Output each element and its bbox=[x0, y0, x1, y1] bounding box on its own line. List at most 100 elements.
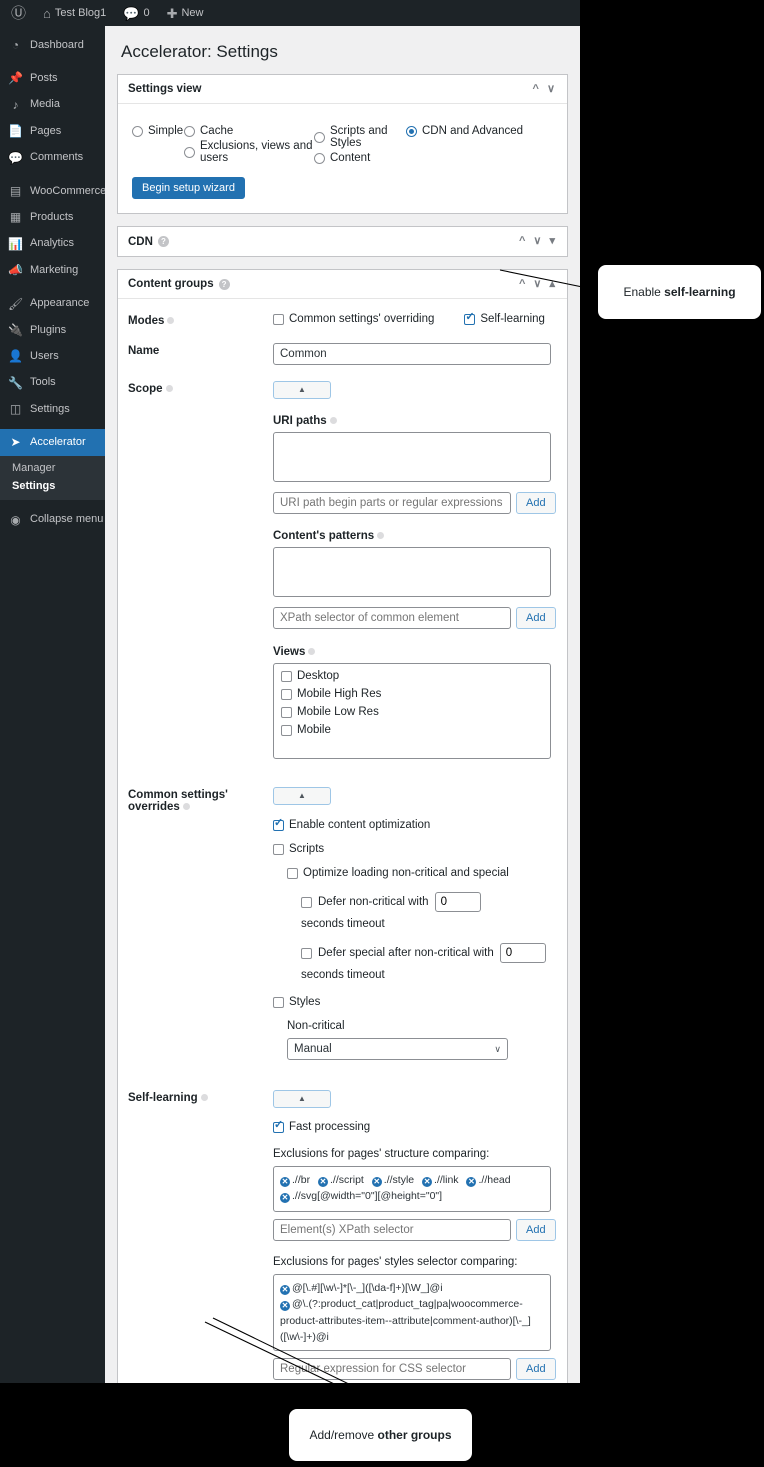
exclusion-tag[interactable]: ✕ .//head bbox=[466, 1172, 511, 1188]
checkbox-label: Self-learning bbox=[480, 313, 545, 325]
content-groups-header[interactable]: Content groups ? ^ ∨ ▴ bbox=[118, 270, 567, 299]
help-icon[interactable] bbox=[308, 648, 316, 656]
chevron-down-icon[interactable]: ∨ bbox=[543, 83, 559, 95]
submenu-item-settings[interactable]: Settings bbox=[0, 477, 105, 495]
styles-exclusions-add-button[interactable]: Add bbox=[516, 1358, 556, 1381]
chevron-down-icon[interactable]: ∨ bbox=[529, 236, 545, 247]
radio-option-cache[interactable]: Cache bbox=[184, 125, 314, 137]
radio-option-simple[interactable]: Simple bbox=[132, 125, 184, 137]
chevron-down-icon[interactable]: ∨ bbox=[529, 278, 545, 290]
cdn-header[interactable]: CDN ? ^ ∨ ▾ bbox=[118, 227, 567, 256]
comments-button[interactable]: 💬 0 bbox=[116, 0, 156, 26]
checkbox-styles[interactable]: Styles bbox=[273, 996, 555, 1008]
name-input[interactable] bbox=[273, 343, 551, 365]
sidebar-item-tools[interactable]: 🔧 Tools bbox=[0, 370, 105, 396]
defer-non-critical-input[interactable] bbox=[434, 892, 481, 912]
exclusion-tag[interactable]: ✕ .//br bbox=[280, 1172, 310, 1188]
exclusion-tag[interactable]: ✕ .//style bbox=[371, 1172, 414, 1188]
remove-tag-icon[interactable]: ✕ bbox=[280, 1177, 290, 1187]
sidebar-item-analytics[interactable]: 📊 Analytics bbox=[0, 231, 105, 257]
triangle-down-icon[interactable]: ▾ bbox=[545, 236, 559, 247]
structure-exclusions-add-button[interactable]: Add bbox=[516, 1219, 556, 1241]
remove-tag-icon[interactable]: ✕ bbox=[280, 1193, 290, 1204]
checkbox-scripts[interactable]: Scripts bbox=[273, 843, 555, 855]
non-critical-select[interactable]: Manual ∨ bbox=[287, 1038, 508, 1060]
begin-setup-wizard-button[interactable]: Begin setup wizard bbox=[132, 177, 245, 199]
uri-paths-input[interactable] bbox=[273, 492, 511, 514]
exclusion-tag[interactable]: ✕ @[\.#][\w\-]*[\-_]([\da-f]+)[\W_]@i bbox=[280, 1280, 544, 1296]
triangle-up-icon[interactable]: ▴ bbox=[545, 278, 559, 290]
structure-exclusions-input[interactable] bbox=[273, 1219, 511, 1241]
remove-tag-icon[interactable]: ✕ bbox=[371, 1177, 382, 1187]
styles-exclusions-input[interactable] bbox=[273, 1358, 511, 1381]
accelerator-submenu: Manager Settings bbox=[0, 455, 105, 500]
checkbox-self-learning[interactable]: Self-learning bbox=[464, 312, 545, 325]
checkbox-common-settings-overriding[interactable]: Common settings' overriding bbox=[273, 313, 434, 325]
defer-special-input[interactable] bbox=[499, 943, 546, 963]
checkbox-mobile[interactable]: Mobile bbox=[281, 724, 543, 736]
radio-option-content[interactable]: Content bbox=[314, 152, 406, 164]
content-patterns-input[interactable] bbox=[273, 607, 511, 629]
content-patterns-add-button[interactable]: Add bbox=[516, 607, 556, 629]
overrides-toggle-button[interactable]: ▲ bbox=[273, 787, 331, 805]
sidebar-item-media[interactable]: ♪ Media bbox=[0, 92, 105, 118]
new-content-button[interactable]: ✚ New bbox=[160, 0, 211, 26]
checkbox-defer-non-critical[interactable] bbox=[301, 896, 312, 908]
checkbox-mobile-high-res[interactable]: Mobile High Res bbox=[281, 688, 543, 700]
exclusion-tag[interactable]: ✕ .//svg[@width="0"][@height="0"] bbox=[280, 1188, 442, 1204]
chevron-up-icon[interactable]: ^ bbox=[515, 236, 529, 247]
sidebar-item-settings[interactable]: ◫ Settings bbox=[0, 396, 105, 422]
submenu-item-manager[interactable]: Manager bbox=[0, 459, 105, 477]
exclusion-tag[interactable]: ✕ .//link bbox=[422, 1172, 459, 1188]
remove-tag-icon[interactable]: ✕ bbox=[280, 1301, 290, 1312]
help-icon[interactable]: ? bbox=[218, 278, 230, 290]
collapse-menu-button[interactable]: ◉ Collapse menu bbox=[0, 507, 105, 533]
radio-option-exclusions[interactable]: Exclusions, views and users bbox=[184, 140, 314, 164]
checkbox-fast-processing[interactable]: Fast processing bbox=[273, 1120, 556, 1133]
uri-paths-textarea[interactable] bbox=[273, 432, 551, 482]
scope-toggle-button[interactable]: ▲ bbox=[273, 381, 331, 399]
overrides-label: Common settings' overrides bbox=[128, 789, 228, 813]
exclusion-tag[interactable]: ✕ @\.(?:product_cat|product_tag|pa|woocom… bbox=[280, 1296, 544, 1345]
radio-option-scripts-styles[interactable]: Scripts and Styles bbox=[314, 125, 406, 149]
self-learning-toggle-button[interactable]: ▲ bbox=[273, 1090, 331, 1108]
chevron-up-icon[interactable]: ^ bbox=[515, 278, 529, 290]
exclusion-tag[interactable]: ✕ .//script bbox=[318, 1172, 364, 1188]
sidebar-item-posts[interactable]: 📌 Posts bbox=[0, 65, 105, 91]
remove-tag-icon[interactable]: ✕ bbox=[318, 1177, 329, 1187]
help-icon[interactable] bbox=[165, 385, 173, 393]
wp-admin-window: Ⓤ ⌂ Test Blog1 💬 0 ✚ New ◔ Dashboard 📌 P… bbox=[0, 0, 580, 1383]
sidebar-item-users[interactable]: 👤 Users bbox=[0, 343, 105, 369]
sidebar-item-accelerator[interactable]: ➤ Accelerator bbox=[0, 429, 113, 456]
remove-tag-icon[interactable]: ✕ bbox=[422, 1177, 433, 1187]
sidebar-item-dashboard[interactable]: ◔ Dashboard bbox=[0, 32, 105, 58]
checkbox-defer-special[interactable] bbox=[301, 947, 312, 959]
checkbox-enable-content-optimization[interactable]: Enable content optimization bbox=[273, 818, 555, 831]
site-name-button[interactable]: ⌂ Test Blog1 bbox=[36, 0, 113, 26]
sidebar-item-marketing[interactable]: 📣 Marketing bbox=[0, 257, 105, 283]
remove-tag-icon[interactable]: ✕ bbox=[280, 1285, 290, 1295]
help-icon[interactable] bbox=[167, 317, 175, 325]
checkbox-mobile-low-res[interactable]: Mobile Low Res bbox=[281, 706, 543, 718]
help-icon[interactable] bbox=[182, 803, 190, 811]
uri-paths-add-button[interactable]: Add bbox=[516, 492, 556, 514]
exclusion-tag-label: .//svg[@width="0"][@height="0"] bbox=[292, 1190, 443, 1203]
sidebar-item-comments[interactable]: 💬 Comments bbox=[0, 145, 105, 171]
sidebar-item-appearance[interactable]: 🖌 Appearance bbox=[0, 291, 105, 317]
help-icon[interactable]: ? bbox=[157, 236, 169, 247]
sidebar-item-products[interactable]: ▦ Products bbox=[0, 204, 105, 230]
sidebar-item-pages[interactable]: 📄 Pages bbox=[0, 118, 105, 144]
sidebar-item-plugins[interactable]: 🔌 Plugins bbox=[0, 317, 105, 343]
radio-option-cdn-advanced[interactable]: CDN and Advanced bbox=[406, 125, 523, 137]
callout-prefix: Add/remove bbox=[309, 1427, 378, 1442]
wordpress-logo-button[interactable]: Ⓤ bbox=[4, 0, 33, 26]
help-icon[interactable] bbox=[200, 1094, 208, 1102]
checkbox-desktop[interactable]: Desktop bbox=[281, 670, 543, 682]
remove-tag-icon[interactable]: ✕ bbox=[466, 1177, 477, 1187]
help-icon[interactable] bbox=[329, 417, 337, 425]
sidebar-item-woocommerce[interactable]: ▤ WooCommerce bbox=[0, 178, 106, 204]
help-icon[interactable] bbox=[377, 532, 385, 540]
checkbox-optimize-loading[interactable]: Optimize loading non-critical and specia… bbox=[287, 867, 555, 879]
content-patterns-textarea[interactable] bbox=[273, 547, 551, 597]
chevron-up-icon[interactable]: ^ bbox=[529, 83, 543, 95]
